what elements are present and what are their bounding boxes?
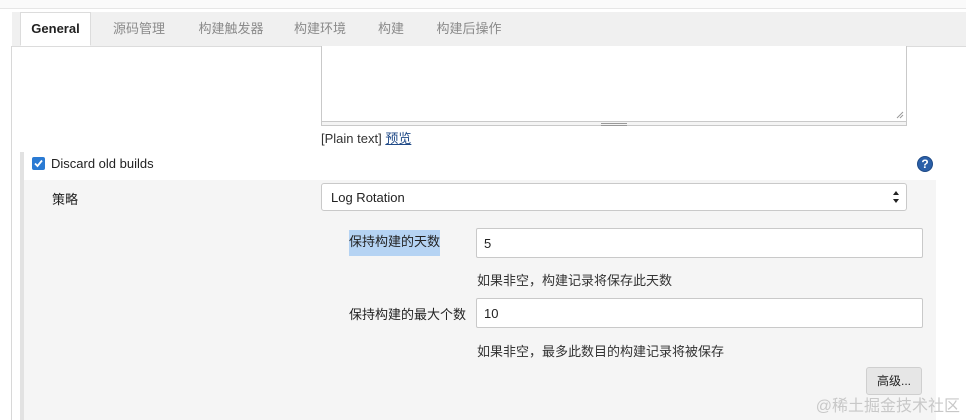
max-builds-label: 保持构建的最大个数 — [349, 307, 467, 322]
select-arrows-icon — [893, 191, 899, 203]
days-to-keep-value: 5 — [484, 236, 492, 251]
days-to-keep-input[interactable]: 5 — [476, 228, 923, 258]
days-to-keep-label: 保持构建的天数 — [349, 230, 440, 256]
strategy-select[interactable]: Log Rotation — [321, 183, 907, 211]
tab-build-triggers[interactable]: 构建触发器 — [188, 12, 274, 46]
preview-link[interactable]: 预览 — [385, 131, 411, 146]
content-border — [11, 46, 12, 420]
discard-old-builds-label[interactable]: Discard old builds — [51, 156, 154, 171]
help-icon[interactable]: ? — [917, 156, 933, 172]
tab-bar: General 源码管理 构建触发器 构建环境 构建 构建后操作 — [12, 12, 966, 47]
tab-build-environment[interactable]: 构建环境 — [284, 12, 356, 46]
strategy-label: 策略 — [52, 192, 79, 207]
description-textarea[interactable] — [321, 46, 907, 122]
watermark: @稀土掘金技术社区 — [815, 398, 960, 415]
advanced-button[interactable]: 高级... — [866, 367, 922, 395]
top-strip — [0, 0, 966, 9]
plain-text-label: [Plain text] — [321, 131, 382, 146]
checkmark-icon — [34, 159, 43, 168]
tab-general[interactable]: General — [20, 12, 91, 46]
max-builds-hint: 如果非空，最多此数目的构建记录将被保存 — [477, 344, 725, 359]
discard-old-builds-checkbox[interactable] — [32, 157, 45, 170]
max-builds-input[interactable]: 10 — [476, 298, 923, 328]
drag-handle-icon[interactable] — [601, 123, 627, 126]
description-format: [Plain text] 预览 — [321, 128, 411, 147]
tab-post-build[interactable]: 构建后操作 — [426, 12, 512, 46]
max-builds-value: 10 — [484, 306, 499, 321]
days-to-keep-hint: 如果非空，构建记录将保存此天数 — [477, 273, 673, 288]
resize-grip-icon[interactable] — [896, 111, 904, 119]
strategy-selected-value: Log Rotation — [331, 190, 405, 205]
tab-source-control[interactable]: 源码管理 — [100, 12, 178, 46]
tab-build[interactable]: 构建 — [368, 12, 414, 46]
